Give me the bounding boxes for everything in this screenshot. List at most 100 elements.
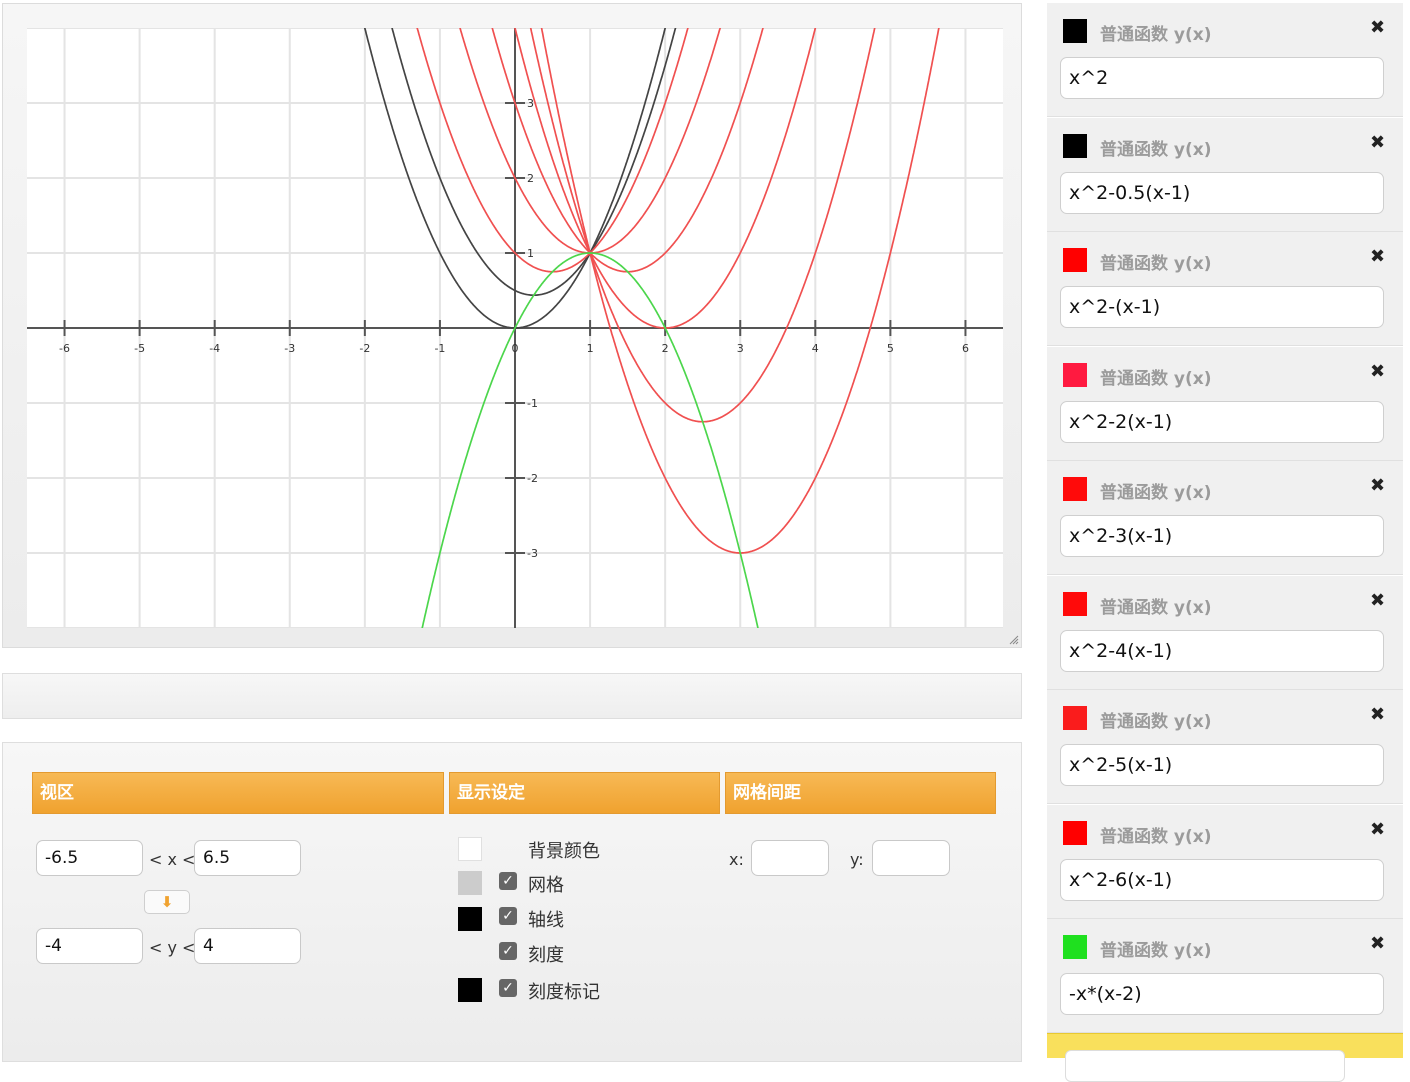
x-tick-label: -1: [434, 342, 445, 355]
function-item: 普通函数 y(x) ✖: [1047, 461, 1403, 575]
viewport-header: 视区: [32, 772, 444, 814]
x-tick-label: 2: [662, 342, 669, 355]
function-type-label: 普通函数 y(x): [1100, 140, 1212, 160]
grid-spacing-header: 网格间距: [725, 772, 996, 814]
add-function-area: [1047, 1033, 1403, 1082]
ticks-label: 刻度: [528, 945, 564, 966]
tick-labels-label: 刻度标记: [528, 982, 600, 1003]
function-color-swatch[interactable]: [1063, 248, 1087, 272]
x-tick-label: 6: [962, 342, 969, 355]
function-item: 普通函数 y(x) ✖: [1047, 919, 1403, 1033]
y-tick-label: -3: [527, 547, 538, 560]
close-icon[interactable]: ✖: [1370, 17, 1385, 38]
x-tick-label: 5: [887, 342, 894, 355]
function-color-swatch[interactable]: [1063, 821, 1087, 845]
y-tick-label: -2: [527, 472, 538, 485]
x-tick-label: 3: [737, 342, 744, 355]
axes-color-swatch[interactable]: [458, 907, 482, 931]
function-type-label: 普通函数 y(x): [1100, 712, 1212, 732]
function-type-label: 普通函数 y(x): [1100, 827, 1212, 847]
settings-panel: 视区 显示设定 网格间距 < x < ⬇ < y < 背景颜色 ✓ 网格 ✓ 轴…: [2, 742, 1022, 1062]
function-color-swatch[interactable]: [1063, 706, 1087, 730]
y-tick-label: 2: [527, 172, 534, 185]
graph-panel: -6 -5 -4 -3 -2 -1 0 1 2 3 4 5 6 -3 -2 -1 1 2 3: [2, 3, 1022, 648]
close-icon[interactable]: ✖: [1370, 819, 1385, 840]
y-tick-label: 3: [527, 97, 534, 110]
grid-label: 网格: [528, 875, 564, 896]
grid-spacing-y-input[interactable]: [872, 840, 950, 876]
close-icon[interactable]: ✖: [1370, 246, 1385, 267]
function-plot[interactable]: -6 -5 -4 -3 -2 -1 0 1 2 3 4 5 6 -3 -2 -1 1 2 3: [27, 28, 1003, 628]
grid-spacing-x-input[interactable]: [751, 840, 829, 876]
axes-checkbox[interactable]: ✓: [499, 907, 517, 925]
function-color-swatch[interactable]: [1063, 363, 1087, 387]
function-color-swatch[interactable]: [1063, 134, 1087, 158]
x-tick-label: -5: [134, 342, 145, 355]
x-tick-label: 0: [512, 342, 519, 355]
new-function-input[interactable]: [1065, 1050, 1345, 1082]
function-item: 普通函数 y(x) ✖: [1047, 576, 1403, 690]
function-item: 普通函数 y(x) ✖: [1047, 805, 1403, 919]
x-min-input[interactable]: [36, 840, 143, 876]
y-tick-label: -1: [527, 397, 538, 410]
close-icon[interactable]: ✖: [1370, 704, 1385, 725]
function-list: 普通函数 y(x) ✖ 普通函数 y(x) ✖ 普通函数 y(x) ✖ 普通函数…: [1047, 3, 1403, 1057]
y-min-input[interactable]: [36, 928, 143, 964]
function-type-label: 普通函数 y(x): [1100, 254, 1212, 274]
background-color-swatch[interactable]: [458, 837, 482, 861]
function-expression-input[interactable]: [1060, 973, 1384, 1015]
function-item: 普通函数 y(x) ✖: [1047, 3, 1403, 117]
grid-checkbox[interactable]: ✓: [499, 872, 517, 890]
y-tick-label: 1: [527, 247, 534, 260]
display-settings-header: 显示设定: [449, 772, 720, 814]
axes-label: 轴线: [528, 910, 564, 931]
message-bar: [2, 673, 1022, 719]
tick-labels-color-swatch[interactable]: [458, 978, 482, 1002]
function-item: 普通函数 y(x) ✖: [1047, 118, 1403, 232]
function-type-label: 普通函数 y(x): [1100, 941, 1212, 961]
x-tick-label: -3: [284, 342, 295, 355]
y-max-input[interactable]: [194, 928, 301, 964]
function-expression-input[interactable]: [1060, 630, 1384, 672]
function-expression-input[interactable]: [1060, 515, 1384, 557]
y-range-label: < y <: [149, 938, 196, 957]
grid-spacing-x-label: x:: [729, 850, 744, 869]
function-type-label: 普通函数 y(x): [1100, 369, 1212, 389]
function-color-swatch[interactable]: [1063, 19, 1087, 43]
function-expression-input[interactable]: [1060, 401, 1384, 443]
background-color-label: 背景颜色: [528, 841, 600, 862]
function-item: 普通函数 y(x) ✖: [1047, 347, 1403, 461]
function-expression-input[interactable]: [1060, 286, 1384, 328]
swap-range-button[interactable]: ⬇: [144, 890, 190, 914]
x-tick-label: -2: [359, 342, 370, 355]
close-icon[interactable]: ✖: [1370, 590, 1385, 611]
function-expression-input[interactable]: [1060, 57, 1384, 99]
close-icon[interactable]: ✖: [1370, 361, 1385, 382]
function-type-label: 普通函数 y(x): [1100, 25, 1212, 45]
function-type-label: 普通函数 y(x): [1100, 483, 1212, 503]
x-max-input[interactable]: [194, 840, 301, 876]
x-tick-label: -4: [209, 342, 220, 355]
function-item: 普通函数 y(x) ✖: [1047, 690, 1403, 804]
function-color-swatch[interactable]: [1063, 477, 1087, 501]
x-tick-label: -6: [59, 342, 70, 355]
function-item: 普通函数 y(x) ✖: [1047, 232, 1403, 346]
close-icon[interactable]: ✖: [1370, 475, 1385, 496]
x-tick-label: 1: [587, 342, 594, 355]
arrow-down-icon: ⬇: [160, 893, 174, 911]
tick-labels-checkbox[interactable]: ✓: [499, 979, 517, 997]
grid-spacing-y-label: y:: [850, 850, 864, 869]
close-icon[interactable]: ✖: [1370, 933, 1385, 954]
x-tick-label: 4: [812, 342, 819, 355]
close-icon[interactable]: ✖: [1370, 132, 1385, 153]
function-color-swatch[interactable]: [1063, 935, 1087, 959]
function-color-swatch[interactable]: [1063, 592, 1087, 616]
function-expression-input[interactable]: [1060, 744, 1384, 786]
function-type-label: 普通函数 y(x): [1100, 598, 1212, 618]
resize-grip-icon[interactable]: [1009, 635, 1019, 645]
x-range-label: < x <: [149, 850, 196, 869]
function-expression-input[interactable]: [1060, 859, 1384, 901]
ticks-checkbox[interactable]: ✓: [499, 942, 517, 960]
function-expression-input[interactable]: [1060, 172, 1384, 214]
grid-color-swatch[interactable]: [458, 871, 482, 895]
